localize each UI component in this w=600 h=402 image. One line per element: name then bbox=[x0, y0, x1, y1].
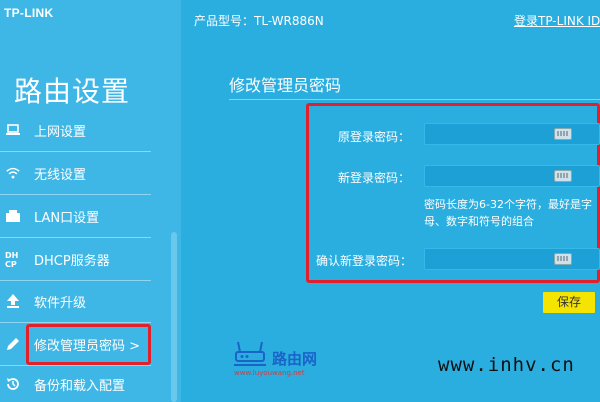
product-model: 产品型号：TL-WR886N bbox=[194, 14, 324, 28]
laptop-icon bbox=[5, 122, 21, 138]
watermark-url: www.luyouwang.net bbox=[234, 369, 305, 377]
watermark-brand: 路由网 bbox=[272, 350, 318, 368]
sidebar-item-label: 备份和载入配置 bbox=[34, 378, 126, 394]
dhcp-icon: DH CP bbox=[5, 251, 21, 268]
sidebar-item-lan[interactable]: LAN口设置 bbox=[0, 195, 151, 237]
sidebar-title: 路由设置 bbox=[14, 75, 131, 108]
sidebar-item-backup[interactable]: 备份和载入配置 bbox=[0, 363, 151, 402]
svg-text:CP: CP bbox=[5, 260, 17, 268]
sidebar-item-dhcp[interactable]: DH CP DHCP服务器 bbox=[0, 238, 151, 280]
backup-restore-icon bbox=[5, 376, 21, 392]
sidebar-item-internet[interactable]: 上网设置 bbox=[0, 109, 151, 151]
new-password-label: 新登录密码： bbox=[338, 171, 411, 185]
keyboard-icon[interactable] bbox=[554, 170, 572, 182]
page-title: 修改管理员密码 bbox=[229, 76, 342, 95]
sidebar-item-wireless[interactable]: 无线设置 bbox=[0, 152, 151, 194]
sidebar-item-upgrade[interactable]: 软件升级 bbox=[0, 280, 151, 322]
watermark-site: www.inhv.cn bbox=[438, 354, 575, 376]
login-tplink-id-link[interactable]: 登录TP-LINK ID bbox=[514, 12, 600, 29]
title-divider bbox=[229, 99, 600, 100]
sidebar-scrollbar[interactable] bbox=[171, 232, 177, 402]
keyboard-icon[interactable] bbox=[554, 128, 572, 140]
sidebar-item-label: 无线设置 bbox=[34, 167, 87, 183]
sidebar-item-label: 上网设置 bbox=[34, 124, 87, 140]
sidebar-item-label: 软件升级 bbox=[34, 295, 87, 311]
password-hint: 密码长度为6-32个字符，最好是字母、数字和符号的组合 bbox=[424, 198, 592, 228]
sidebar-item-label: DHCP服务器 bbox=[34, 253, 110, 269]
lan-port-icon bbox=[5, 208, 21, 224]
router-watermark-icon bbox=[232, 340, 268, 372]
old-password-field[interactable] bbox=[424, 123, 600, 145]
tp-link-logo: TP-LINK bbox=[4, 6, 54, 20]
pencil-icon bbox=[5, 336, 21, 352]
new-password-field[interactable] bbox=[424, 165, 600, 187]
sidebar-item-label: LAN口设置 bbox=[34, 210, 100, 226]
confirm-password-label: 确认新登录密码： bbox=[316, 254, 413, 268]
confirm-password-field[interactable] bbox=[424, 248, 600, 270]
upgrade-arrow-icon bbox=[5, 293, 21, 309]
svg-text:DH: DH bbox=[5, 251, 18, 260]
highlight-box-active-item bbox=[26, 324, 151, 365]
save-button[interactable]: 保存 bbox=[543, 292, 595, 313]
keyboard-icon[interactable] bbox=[554, 253, 572, 265]
wifi-icon bbox=[5, 165, 21, 181]
old-password-label: 原登录密码： bbox=[338, 130, 411, 144]
